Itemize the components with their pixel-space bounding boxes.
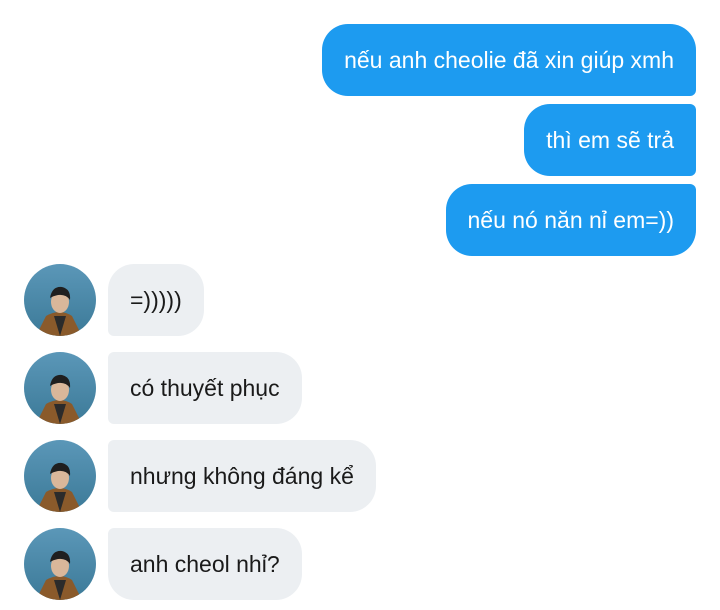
user-avatar-icon[interactable]	[24, 440, 96, 512]
message-bubble-outgoing[interactable]: thì em sẽ trả	[524, 104, 696, 176]
message-bubble-incoming[interactable]: có thuyết phục	[108, 352, 302, 424]
message-bubble-incoming[interactable]: =)))))	[108, 264, 204, 336]
message-text: nếu anh cheolie đã xin giúp xmh	[344, 46, 674, 73]
user-avatar-icon[interactable]	[24, 528, 96, 600]
message-text: nhưng không đáng kể	[130, 462, 354, 489]
message-row-incoming: có thuyết phục	[0, 352, 720, 424]
user-avatar-icon[interactable]	[24, 352, 96, 424]
message-row-incoming: nhưng không đáng kể	[0, 440, 720, 512]
message-text: thì em sẽ trả	[546, 126, 674, 153]
message-row-incoming: anh cheol nhỉ?	[0, 528, 720, 600]
user-avatar-icon[interactable]	[24, 264, 96, 336]
chat-thread: nếu anh cheolie đã xin giúp xmh thì em s…	[0, 0, 720, 610]
message-row-outgoing: nếu anh cheolie đã xin giúp xmh	[0, 24, 720, 96]
message-row-incoming: =)))))	[0, 264, 720, 336]
message-row-outgoing: thì em sẽ trả	[0, 104, 720, 176]
message-row-outgoing: nếu nó năn nỉ em=))	[0, 184, 720, 256]
message-text: =)))))	[130, 286, 182, 313]
message-text: có thuyết phục	[130, 374, 280, 401]
message-bubble-outgoing[interactable]: nếu nó năn nỉ em=))	[445, 184, 696, 256]
message-text: anh cheol nhỉ?	[130, 550, 280, 577]
message-bubble-incoming[interactable]: nhưng không đáng kể	[108, 440, 376, 512]
message-bubble-outgoing[interactable]: nếu anh cheolie đã xin giúp xmh	[322, 24, 696, 96]
message-text: nếu nó năn nỉ em=))	[467, 206, 675, 233]
message-bubble-incoming[interactable]: anh cheol nhỉ?	[108, 528, 302, 600]
